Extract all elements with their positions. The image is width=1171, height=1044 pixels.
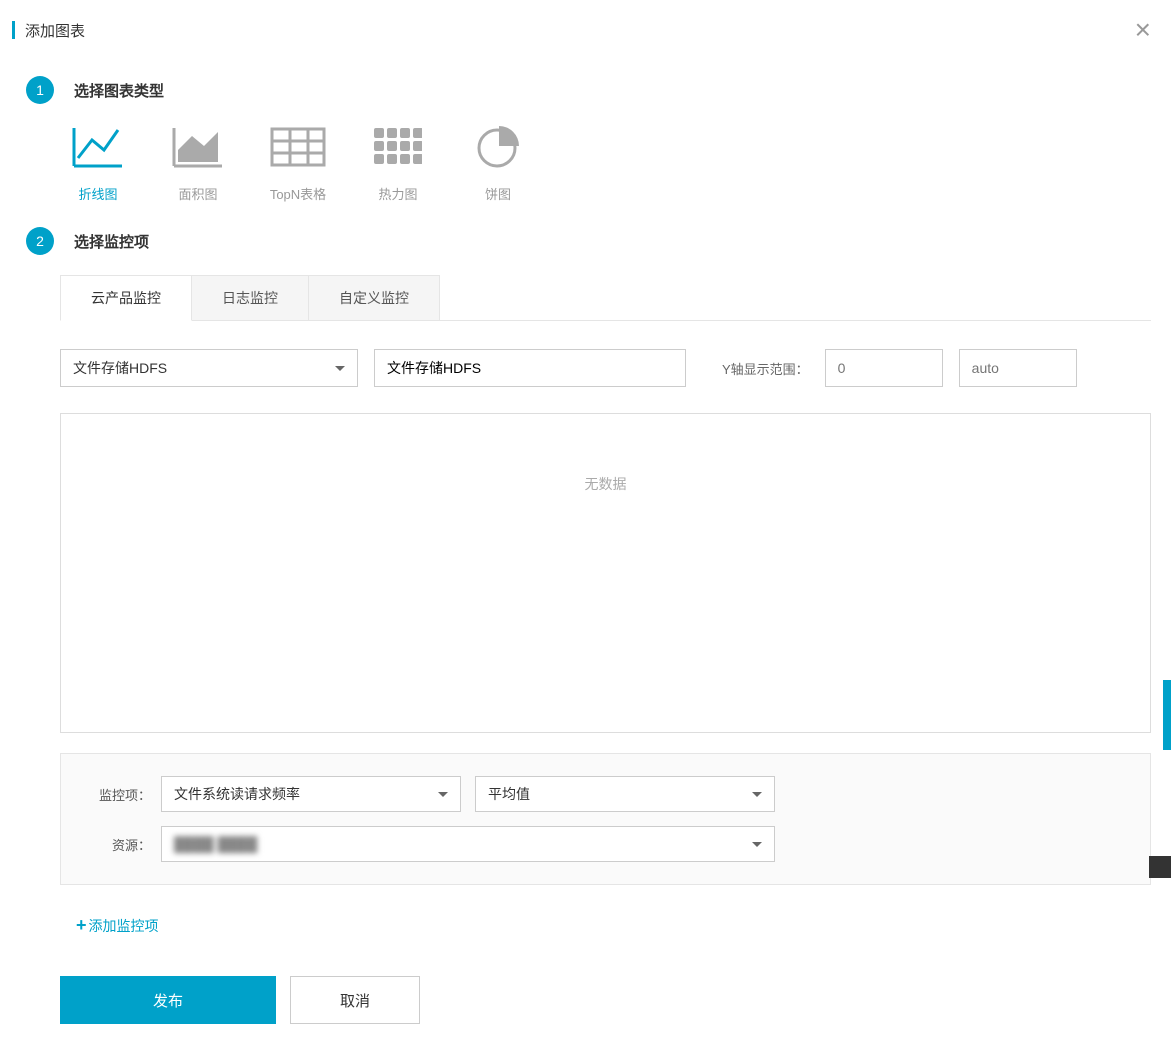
pie-chart-icon: [470, 124, 526, 170]
chart-type-area[interactable]: 面积图: [166, 124, 230, 203]
chart-type-label: 面积图: [178, 184, 217, 203]
add-monitor-label: 添加监控项: [89, 916, 159, 936]
tab-cloud-product[interactable]: 云产品监控: [60, 275, 192, 321]
resource-select[interactable]: ████ ████: [161, 826, 775, 862]
line-chart-icon: [70, 124, 126, 170]
step-1-title: 选择图表类型: [74, 80, 164, 101]
add-monitor-item-button[interactable]: + 添加监控项: [76, 915, 159, 936]
chart-type-heatmap[interactable]: 热力图: [366, 124, 430, 203]
empty-state-text: 无数据: [585, 474, 627, 494]
publish-button[interactable]: 发布: [60, 976, 276, 1024]
metric-select[interactable]: 文件系统读请求频率: [161, 776, 461, 812]
yaxis-max-input[interactable]: [959, 349, 1077, 387]
chevron-down-icon: [752, 792, 762, 797]
dialog-title: 添加图表: [25, 20, 85, 41]
cancel-button[interactable]: 取消: [290, 976, 420, 1024]
chart-type-label: 折线图: [78, 184, 117, 203]
monitor-item-config: 监控项： 文件系统读请求频率 平均值 资源： ████ ████: [60, 753, 1151, 885]
dialog-header: 添加图表 ×: [0, 0, 1171, 60]
metric-label: 监控项：: [81, 785, 151, 804]
yaxis-min-input[interactable]: [825, 349, 943, 387]
chart-title-input[interactable]: [374, 349, 686, 387]
aggregation-select[interactable]: 平均值: [475, 776, 775, 812]
product-select-value: 文件存储HDFS: [73, 358, 167, 378]
chart-config-row: 文件存储HDFS Y轴显示范围：: [60, 349, 1151, 387]
area-chart-icon: [170, 124, 226, 170]
step-2-header: 2 选择监控项: [26, 227, 1151, 255]
chart-type-topn-table[interactable]: TopN表格: [266, 124, 330, 203]
step-2-title: 选择监控项: [74, 231, 149, 252]
table-icon: [270, 124, 326, 170]
plus-icon: +: [76, 915, 87, 936]
monitor-source-tabs: 云产品监控 日志监控 自定义监控: [60, 275, 1151, 321]
yaxis-range-label: Y轴显示范围：: [722, 359, 809, 378]
heatmap-icon: [370, 124, 426, 170]
chevron-down-icon: [752, 842, 762, 847]
chart-type-label: 饼图: [485, 184, 511, 203]
step-1-header: 1 选择图表类型: [26, 76, 1151, 104]
chart-type-list: 折线图 面积图 TopN表格 热力图: [66, 124, 1151, 203]
resource-label: 资源：: [81, 835, 151, 854]
close-icon[interactable]: ×: [1135, 16, 1151, 44]
chart-preview: 无数据: [60, 413, 1151, 733]
scrollbar-thumb[interactable]: [1163, 680, 1171, 750]
metric-select-value: 文件系统读请求频率: [174, 784, 300, 804]
chart-type-line[interactable]: 折线图: [66, 124, 130, 203]
chart-type-label: 热力图: [378, 184, 417, 203]
chevron-down-icon: [438, 792, 448, 797]
scroll-handle[interactable]: [1149, 856, 1171, 878]
tab-custom-monitor[interactable]: 自定义监控: [308, 275, 440, 320]
chevron-down-icon: [335, 366, 345, 371]
tab-log-monitor[interactable]: 日志监控: [191, 275, 309, 320]
step-1-number: 1: [26, 76, 54, 104]
aggregation-select-value: 平均值: [488, 784, 530, 804]
product-select[interactable]: 文件存储HDFS: [60, 349, 358, 387]
step-2-number: 2: [26, 227, 54, 255]
title-accent-bar: [12, 21, 15, 39]
dialog-footer: 发布 取消: [60, 976, 1151, 1024]
chart-type-label: TopN表格: [270, 184, 326, 203]
chart-type-pie[interactable]: 饼图: [466, 124, 530, 203]
resource-select-value: ████ ████: [174, 836, 257, 852]
